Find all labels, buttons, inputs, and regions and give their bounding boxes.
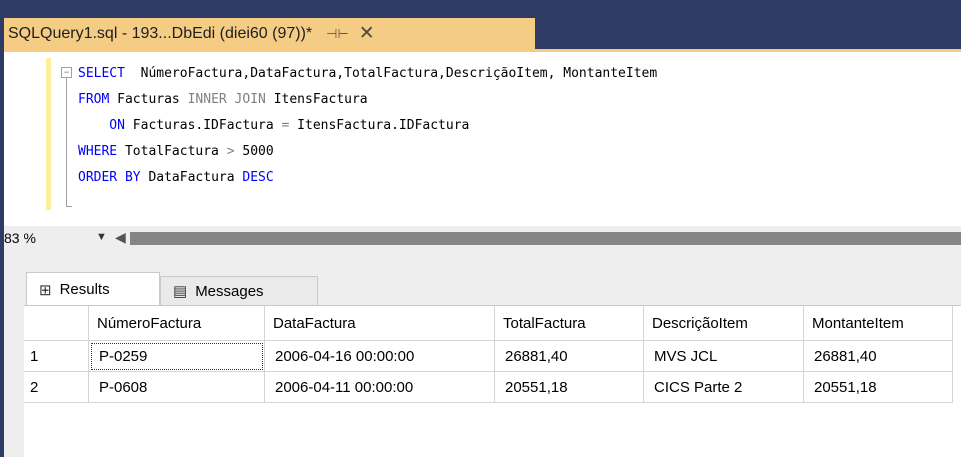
column-header[interactable]: DescriçãoItem — [643, 306, 804, 341]
table-cell[interactable]: CICS Parte 2 — [643, 371, 804, 403]
code-line[interactable]: FROM Facturas INNER JOIN ItensFactura — [78, 90, 368, 110]
column-header[interactable]: NúmeroFactura — [88, 306, 265, 341]
outline-guide — [66, 78, 67, 206]
sql-keyword: ON — [78, 118, 125, 133]
sql-operator: INNER JOIN — [187, 92, 266, 107]
table-cell[interactable]: P-0608 — [88, 371, 265, 403]
sql-text: TotalFactura — [117, 144, 227, 159]
tab-messages[interactable]: ▤ Messages — [160, 276, 318, 305]
code-line[interactable]: ON Facturas.IDFactura = ItensFactura.IDF… — [78, 116, 469, 136]
table-cell[interactable]: 20551,18 — [803, 371, 953, 403]
code-line[interactable]: WHERE TotalFactura > 5000 — [78, 142, 274, 162]
column-header[interactable]: MontanteItem — [803, 306, 953, 341]
sql-text: 5000 — [234, 144, 274, 159]
code-line[interactable]: ORDER BY DataFactura DESC — [78, 168, 274, 188]
sql-text: Facturas — [109, 92, 188, 107]
collapse-toggle-icon[interactable]: − — [61, 67, 72, 78]
tab-messages-label: Messages — [195, 282, 264, 300]
sql-text: NúmeroFactura,DataFactura,TotalFactura,D… — [124, 66, 658, 81]
table-cell[interactable]: 26881,40 — [494, 340, 644, 372]
table-cell[interactable]: P-0259 — [88, 340, 265, 372]
table-row[interactable]: 2 P-0608 2006-04-11 00:00:00 20551,18 CI… — [24, 371, 953, 403]
scroll-left-icon[interactable]: ◀ — [115, 229, 126, 246]
window-frame-top — [0, 0, 961, 9]
results-pane: ⊞ Results ▤ Messages NúmeroFactura DataF… — [4, 250, 961, 458]
table-cell[interactable]: 26881,40 — [803, 340, 953, 372]
sql-text: DataFactura — [140, 170, 243, 185]
sql-keyword: DESC — [242, 170, 274, 185]
row-number[interactable]: 1 — [24, 340, 89, 372]
results-grid[interactable]: NúmeroFactura DataFactura TotalFactura D… — [24, 305, 961, 458]
table-cell[interactable]: 2006-04-11 00:00:00 — [264, 371, 495, 403]
query-editor[interactable]: − SELECT NúmeroFactura,DataFactura,Total… — [4, 52, 961, 224]
sql-text: ItensFactura.IDFactura — [289, 118, 470, 133]
table-row[interactable]: 1 P-0259 2006-04-16 00:00:00 26881,40 MV… — [24, 340, 953, 372]
tab-results-label: Results — [59, 281, 110, 298]
close-icon[interactable]: ✕ — [359, 24, 375, 43]
sql-keyword: WHERE — [78, 144, 118, 159]
sql-keyword: ORDER BY — [78, 170, 141, 185]
sql-keyword: FROM — [78, 92, 110, 107]
changed-lines-indicator — [46, 58, 51, 210]
column-header[interactable]: TotalFactura — [494, 306, 644, 341]
sql-keyword: SELECT — [78, 66, 125, 81]
pin-icon[interactable]: ⊣⊢ — [326, 26, 349, 42]
zoom-level[interactable]: 83 % — [4, 230, 36, 246]
zoom-scroll-bar: 83 % ▼ ◀ — [4, 226, 961, 250]
row-number[interactable]: 2 — [24, 371, 89, 403]
tab-title: SQLQuery1.sql - 193...DbEdi (diei60 (97)… — [8, 24, 313, 42]
sql-text: ItensFactura — [265, 92, 368, 107]
document-tab-strip: SQLQuery1.sql - 193...DbEdi (diei60 (97)… — [4, 9, 961, 49]
table-cell[interactable]: 20551,18 — [494, 371, 644, 403]
grid-header-row: NúmeroFactura DataFactura TotalFactura D… — [24, 306, 953, 341]
tab-results[interactable]: ⊞ Results — [26, 272, 160, 306]
horizontal-scrollbar-thumb[interactable] — [130, 232, 961, 245]
sql-operator: > — [226, 144, 235, 159]
column-header[interactable]: DataFactura — [264, 306, 495, 341]
table-cell[interactable]: MVS JCL — [643, 340, 804, 372]
sql-text: Facturas.IDFactura — [124, 118, 282, 133]
code-line[interactable]: SELECT NúmeroFactura,DataFactura,TotalFa… — [78, 64, 657, 84]
row-number-header[interactable] — [24, 306, 89, 341]
chevron-down-icon[interactable]: ▼ — [96, 231, 107, 243]
grid-icon: ⊞ — [39, 281, 52, 299]
outline-guide-end — [66, 206, 72, 207]
table-cell[interactable]: 2006-04-16 00:00:00 — [264, 340, 495, 372]
query-document-tab[interactable]: SQLQuery1.sql - 193...DbEdi (diei60 (97)… — [4, 18, 535, 49]
messages-icon: ▤ — [173, 283, 188, 300]
